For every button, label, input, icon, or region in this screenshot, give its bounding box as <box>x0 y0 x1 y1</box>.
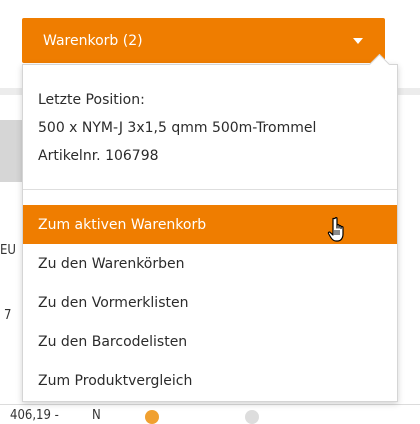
caret-down-icon <box>353 37 363 44</box>
background-price-fragment: 406,19 - <box>10 408 59 423</box>
menu-item-label: Zu den Barcodelisten <box>38 333 188 350</box>
status-dot <box>245 410 259 424</box>
background-text-fragment: 7 <box>4 308 12 323</box>
hand-pointer-icon <box>327 217 344 242</box>
menu-item-watchlists[interactable]: Zu den Vormerklisten <box>23 283 397 322</box>
menu-item-label: Zum Produktvergleich <box>38 372 193 389</box>
background-panel <box>0 120 22 182</box>
background-text-fragment: N <box>92 408 101 423</box>
menu-item-label: Zu den Vormerklisten <box>38 294 189 311</box>
dropdown-divider <box>23 189 397 190</box>
status-dot <box>145 410 159 424</box>
last-position-product: 500 x NYM-J 3x1,5 qmm 500m-Trommel <box>38 120 317 136</box>
menu-item-carts[interactable]: Zu den Warenkörben <box>23 244 397 283</box>
last-position-title: Letzte Position: <box>38 92 145 108</box>
cart-header-label: Warenkorb (2) <box>43 32 143 49</box>
menu-item-product-comparison[interactable]: Zum Produktvergleich <box>23 361 397 400</box>
cart-dropdown-toggle[interactable]: Warenkorb (2) <box>22 18 385 63</box>
menu-item-label: Zu den Warenkörben <box>38 255 185 272</box>
menu-item-label: Zum aktiven Warenkorb <box>38 216 207 233</box>
last-position-info: Letzte Position: 500 x NYM-J 3x1,5 qmm 5… <box>38 86 316 170</box>
background-text-fragment: EU <box>0 243 16 258</box>
last-position-article-number: Artikelnr. 106798 <box>38 148 159 164</box>
background-divider <box>0 404 420 405</box>
menu-item-barcode-lists[interactable]: Zu den Barcodelisten <box>23 322 397 361</box>
